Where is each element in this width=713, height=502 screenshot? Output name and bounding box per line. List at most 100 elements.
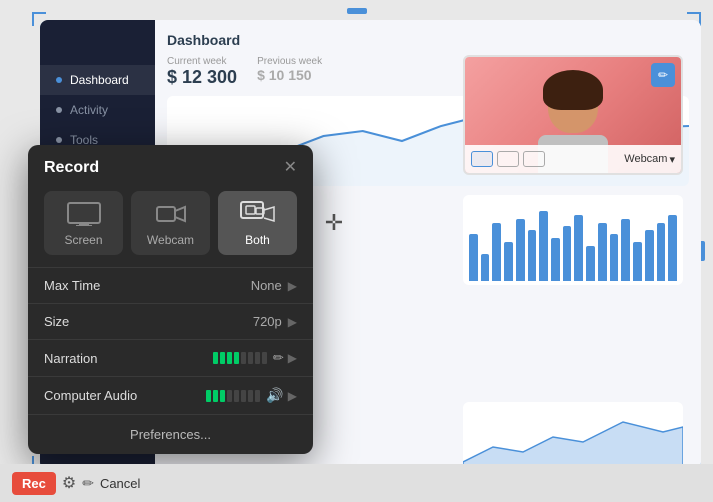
narration-arrow-icon: ▶ xyxy=(288,351,297,365)
chart-bar xyxy=(574,215,583,281)
sidebar-item-activity[interactable]: Activity xyxy=(40,95,155,125)
size-value: 720p xyxy=(253,314,282,329)
bar-chart-area xyxy=(463,195,683,285)
preferences-button[interactable]: Preferences... xyxy=(28,415,313,454)
chart-bar xyxy=(598,223,607,282)
chart-bar xyxy=(492,223,501,282)
current-week-label: Current week xyxy=(167,56,237,67)
mode-webcam-button[interactable]: Webcam xyxy=(131,191,210,255)
speaker-icon: 🔊 xyxy=(266,387,283,404)
max-time-value: None xyxy=(251,278,282,293)
sidebar-label-activity: Activity xyxy=(70,103,108,117)
chart-bar xyxy=(610,234,619,281)
stat-current-week: Current week $ 12 300 xyxy=(167,56,237,88)
modal-header: Record ✕ xyxy=(28,145,313,187)
previous-week-value: $ 10 150 xyxy=(257,67,322,83)
chart-bar xyxy=(504,242,513,281)
close-button[interactable]: ✕ xyxy=(284,160,297,176)
dashboard-title: Dashboard xyxy=(167,32,689,48)
chart-bar xyxy=(516,219,525,281)
cancel-button[interactable]: Cancel xyxy=(100,476,140,491)
mode-screen-button[interactable]: Screen xyxy=(44,191,123,255)
chart-bar xyxy=(481,254,490,281)
previous-week-label: Previous week xyxy=(257,56,322,67)
sidebar-dot xyxy=(56,137,62,143)
webcam-toolbar: Webcam ▾ xyxy=(465,145,681,173)
ca-vol-seg-4 xyxy=(227,390,232,402)
chart-bar xyxy=(645,230,654,281)
narration-row[interactable]: Narration ✏ ▶ xyxy=(28,340,313,377)
ca-vol-seg-6 xyxy=(241,390,246,402)
narration-edit-icon[interactable]: ✏ xyxy=(273,350,284,366)
area-chart-svg xyxy=(463,402,683,472)
size-arrow-icon: ▶ xyxy=(288,315,297,329)
max-time-label: Max Time xyxy=(44,278,251,293)
vol-seg-4 xyxy=(234,352,239,364)
pencil-button[interactable]: ✏ xyxy=(82,475,94,492)
area-chart-bottom xyxy=(463,402,683,472)
sidebar-dot xyxy=(56,77,62,83)
vol-seg-6 xyxy=(248,352,253,364)
settings-section: Max Time None ▶ Size 720p ▶ Narration ✏ xyxy=(28,267,313,415)
size-label: Size xyxy=(44,314,253,329)
both-svg xyxy=(240,201,276,227)
mode-both-button[interactable]: Both xyxy=(218,191,297,255)
sidebar-item-dashboard[interactable]: Dashboard xyxy=(40,65,155,95)
ca-vol-seg-2 xyxy=(213,390,218,402)
face-hair xyxy=(543,70,603,110)
handle-top[interactable] xyxy=(347,8,367,14)
current-week-value: $ 12 300 xyxy=(167,67,237,88)
settings-gear-button[interactable]: ⚙ xyxy=(62,473,76,493)
vol-seg-7 xyxy=(255,352,260,364)
vol-seg-8 xyxy=(262,352,267,364)
sidebar-dot xyxy=(56,107,62,113)
bottom-bar: Rec ⚙ ✏ Cancel xyxy=(0,464,713,502)
chart-bar xyxy=(668,215,677,281)
stat-previous-week: Previous week $ 10 150 xyxy=(257,56,322,88)
vol-seg-2 xyxy=(220,352,225,364)
mode-row: Screen Webcam Both xyxy=(28,187,313,267)
mode-webcam-label: Webcam xyxy=(147,233,194,247)
chart-bar xyxy=(551,238,560,281)
webcam-edit-button[interactable]: ✏ xyxy=(651,63,675,87)
chevron-down-icon: ▾ xyxy=(669,153,675,166)
chart-bar xyxy=(469,234,478,281)
face-head xyxy=(548,78,598,133)
chart-bar xyxy=(563,226,572,281)
webcam-dropdown-label: Webcam xyxy=(624,153,667,165)
computer-audio-label: Computer Audio xyxy=(44,388,206,403)
ca-vol-seg-3 xyxy=(220,390,225,402)
vol-seg-1 xyxy=(213,352,218,364)
computer-audio-volume-bar xyxy=(206,390,260,402)
webcam-mode-icon xyxy=(153,201,189,227)
ca-vol-seg-7 xyxy=(248,390,253,402)
size-row[interactable]: Size 720p ▶ xyxy=(28,304,313,340)
max-time-arrow-icon: ▶ xyxy=(288,279,297,293)
rec-button[interactable]: Rec xyxy=(12,472,56,495)
vol-seg-3 xyxy=(227,352,232,364)
webcam-source-dropdown[interactable]: Webcam ▾ xyxy=(624,153,675,166)
record-modal: Record ✕ Screen Webcam xyxy=(28,145,313,454)
webcam-svg xyxy=(156,203,186,225)
max-time-row[interactable]: Max Time None ▶ xyxy=(28,268,313,304)
modal-title: Record xyxy=(44,159,99,177)
screen-svg xyxy=(67,202,101,226)
chart-bar xyxy=(586,246,595,281)
screen-icon xyxy=(66,201,102,227)
chart-bar xyxy=(539,211,548,281)
webcam-preview: ✏ Webcam ▾ xyxy=(463,55,683,175)
webcam-view-btn-2[interactable] xyxy=(497,151,519,167)
computer-audio-row[interactable]: Computer Audio 🔊 ▶ xyxy=(28,377,313,415)
sidebar-label-dashboard: Dashboard xyxy=(70,73,129,87)
chart-bar xyxy=(633,242,642,281)
chart-bar xyxy=(528,230,537,281)
webcam-view-btn-1[interactable] xyxy=(471,151,493,167)
move-cursor-icon[interactable]: ✛ xyxy=(316,205,352,241)
mode-screen-label: Screen xyxy=(64,233,102,247)
computer-audio-arrow-icon: ▶ xyxy=(288,389,297,403)
ca-vol-seg-8 xyxy=(255,390,260,402)
webcam-view-btn-3[interactable] xyxy=(523,151,545,167)
chart-bar xyxy=(657,223,666,282)
ca-vol-seg-5 xyxy=(234,390,239,402)
narration-label: Narration xyxy=(44,351,213,366)
